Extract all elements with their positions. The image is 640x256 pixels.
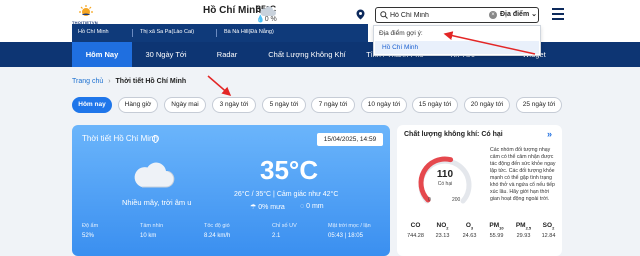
cloud-icon [260,6,276,16]
umbrella-icon: ☂ [250,204,257,211]
suggestion-item-label: Hồ Chí Minh [382,44,419,51]
current-temperature: 35°C [260,155,319,185]
breadcrumb-home[interactable]: Trang chủ [72,78,103,85]
pollutant-o3: O3 24.63 [462,222,477,240]
search-box[interactable]: × Địa điểm ⌄ [375,7,539,23]
tab-3-days[interactable]: 3 ngày tới [212,97,256,113]
tab-25-days[interactable]: 25 ngày tới [516,97,562,113]
aqi-description: Các nhóm đối tượng nhạy cảm có thể cảm n… [490,147,556,202]
annotation-arrow [207,75,232,96]
tab-20-days[interactable]: 20 ngày tới [464,97,510,113]
air-quality-card: Chất lượng không khí: Có hại » 110 Có hạ… [397,125,562,256]
quick-city-link[interactable]: Thị xã Sa Pa(Lào Cai) [140,29,194,35]
stat-visibility: Tầm nhìn 10 km [140,223,164,239]
breadcrumb-separator: › [108,78,111,85]
header-city: Hồ Chí Minh [203,5,262,16]
quick-city-link[interactable]: Hồ Chí Minh [78,29,109,35]
search-input[interactable] [390,10,490,21]
pollutant-pm10: PM10 55.99 [489,222,504,240]
suggestion-item[interactable]: Hồ Chí Minh [375,41,539,54]
weather-card-title: Thời tiết Hồ Chí Minh [82,134,158,143]
breadcrumb-current: Thời tiết Hồ Chí Minh [115,78,187,85]
clear-search-icon[interactable]: × [489,11,497,19]
pollutant-co: CO 744.28 [407,222,424,240]
pollutant-so2: SO2 12.84 [541,222,556,240]
pollutant-no2: NO2 23.13 [435,222,450,240]
location-pin-icon[interactable] [356,9,365,20]
stat-uv: Chỉ số UV 2.1 [272,223,297,239]
tab-15-days[interactable]: 15 ngày tới [412,97,458,113]
aqi-title: Chất lượng không khí: Có hại [404,131,503,138]
aqi-value: 110 [436,169,454,180]
suggestions-title: Địa điểm gợi ý: [379,30,423,37]
hamburger-menu-icon[interactable] [552,8,564,20]
sun-logo-icon [79,5,93,16]
stat-sun: Mặt trời mọc / lặn 05:43 | 18:05 [328,223,371,239]
quick-city-link[interactable]: Bà Nà Hill(Đà Nẵng) [224,29,274,35]
temperature-range: 26°C / 35°C | Cảm giác như 42°C [234,191,339,198]
rain-chance: ☂ 0% mưa [250,204,285,211]
tab-5-days[interactable]: 5 ngày tới [262,97,306,113]
breadcrumb: Trang chủ › Thời tiết Hồ Chí Minh [72,78,186,85]
tab-10-days[interactable]: 10 ngày tới [361,97,407,113]
tab-today[interactable]: Hôm nay [72,97,112,113]
cloud-icon [134,162,175,188]
location-type-select[interactable]: Địa điểm ⌄ [500,10,537,18]
aqi-min: 0 [428,197,431,203]
precipitation: ◌ 0 mm [300,203,324,210]
nav-radar[interactable]: Radar [208,42,246,67]
quick-cities-bar: Hồ Chí Minh Thị xã Sa Pa(Lào Cai) Bà Nà … [0,24,640,42]
nav-today[interactable]: Hôm Nay [72,42,132,67]
location-pin-icon [152,135,159,143]
nav-30-days[interactable]: 30 Ngày Tới [136,42,196,67]
weather-date: 15/04/2025, 14:59 [317,133,383,146]
double-chevron-right-icon[interactable]: » [547,129,552,139]
aqi-gauge: 110 Có hại 0 200 [415,153,475,218]
aqi-max: 200 [452,197,461,203]
pollutant-pm25: PM2.5 29.93 [515,222,532,240]
weather-card: Thời tiết Hồ Chí Minh 15/04/2025, 14:59 … [72,125,390,256]
tab-tomorrow[interactable]: Ngày mai [164,97,206,113]
tab-hourly[interactable]: Hàng giờ [118,97,158,113]
tab-7-days[interactable]: 7 ngày tới [311,97,355,113]
nav-air-quality[interactable]: Chất Lượng Không Khí [262,42,352,67]
main-nav: Hôm Nay 30 Ngày Tới Radar Chất Lượng Khô… [0,42,640,67]
aqi-level-label: Có hại [437,181,453,187]
search-suggestions: Địa điểm gợi ý: Hồ Chí Minh [373,25,541,56]
chevron-down-icon: ⌄ [531,11,538,18]
drop-icon: ◌ [300,203,305,210]
stat-wind: Tốc độ gió 8.24 km/h [204,223,231,239]
search-icon [380,11,388,19]
stat-humidity: Độ ẩm 52% [82,223,99,239]
weather-description: Nhiều mây, trời âm u [122,198,192,207]
